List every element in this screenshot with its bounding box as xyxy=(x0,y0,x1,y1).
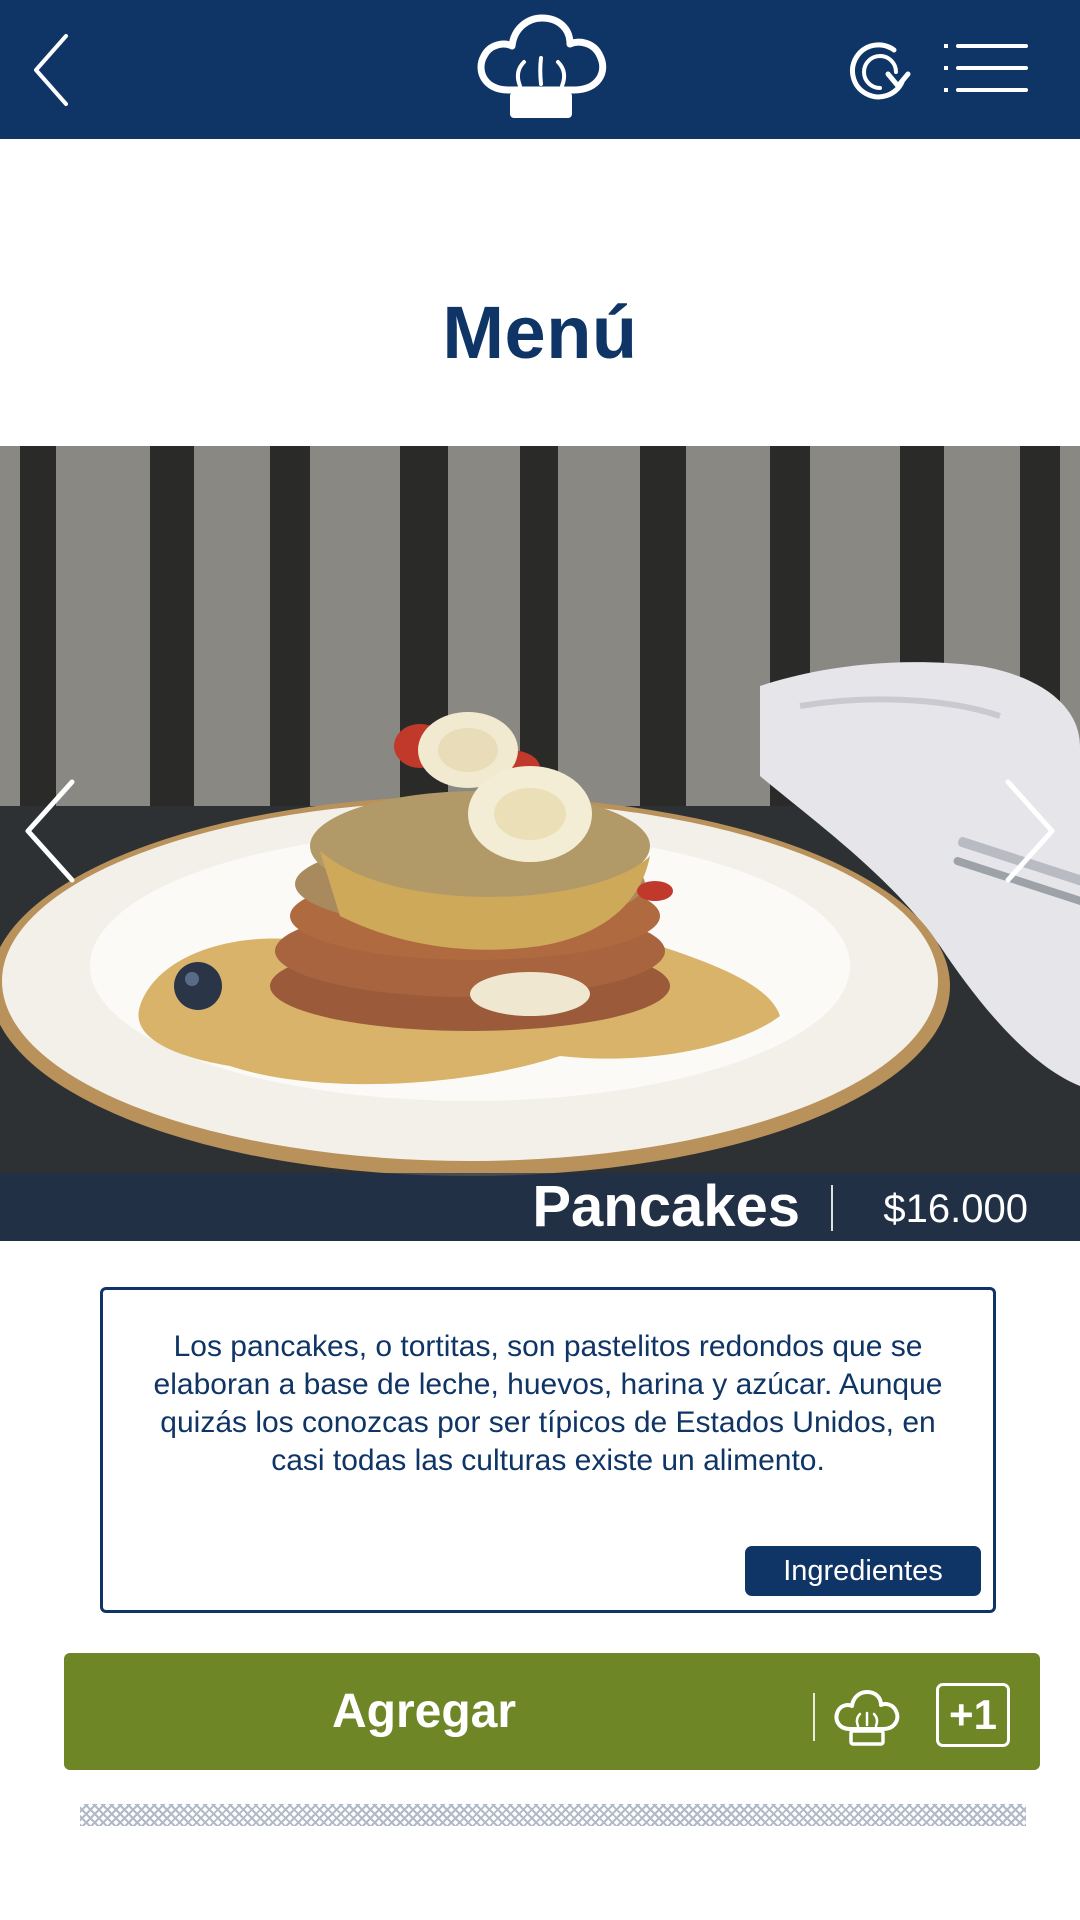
description-card: Los pancakes, o tortitas, son pastelitos… xyxy=(100,1287,996,1613)
refresh-icon[interactable] xyxy=(842,36,918,104)
page-title: Menú xyxy=(442,291,638,374)
dish-name: Pancakes xyxy=(532,1174,800,1239)
add-button-divider xyxy=(813,1693,815,1741)
chef-hat-icon xyxy=(477,14,607,118)
dish-description: Los pancakes, o tortitas, son pastelitos… xyxy=(153,1330,943,1477)
dish-price: $16.000 xyxy=(883,1187,1028,1231)
chef-hat-icon xyxy=(834,1690,900,1746)
add-button-label: Agregar xyxy=(331,1685,517,1738)
add-button[interactable]: Agregar +1 xyxy=(64,1653,1040,1770)
ingredients-button[interactable]: Ingredientes xyxy=(745,1546,981,1596)
list-menu-icon[interactable] xyxy=(944,40,1030,96)
dish-photo xyxy=(0,446,1080,1241)
dish-carousel[interactable]: Pancakes $16.000 xyxy=(0,446,1080,1241)
carousel-prev-icon[interactable] xyxy=(20,776,80,886)
carousel-next-icon[interactable] xyxy=(1000,776,1060,886)
decorative-pattern-strip xyxy=(80,1804,1026,1826)
chevron-left-icon[interactable] xyxy=(28,30,76,110)
quantity-plus-one-button[interactable]: +1 xyxy=(936,1683,1010,1747)
top-app-bar xyxy=(0,0,1080,139)
caption-divider xyxy=(831,1185,833,1231)
dish-caption-bar: Pancakes $16.000 xyxy=(0,1173,1080,1241)
